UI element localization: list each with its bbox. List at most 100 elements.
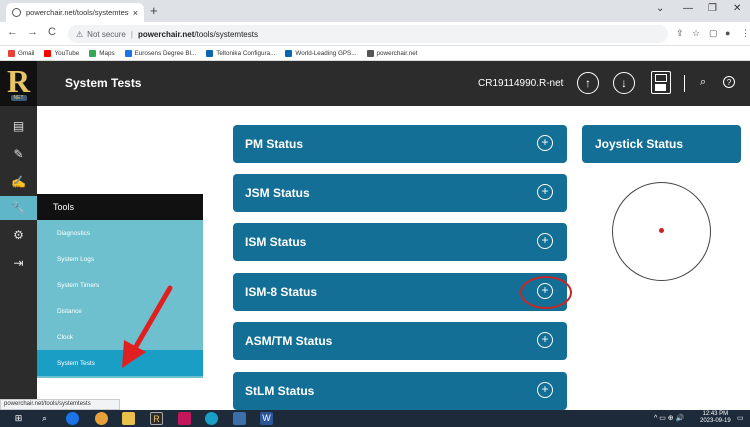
joystick-status-panel[interactable]: Joystick Status: [582, 125, 741, 163]
expand-plus-icon[interactable]: +: [537, 233, 553, 249]
signature-icon[interactable]: ✍: [0, 170, 37, 194]
clock-date: 2023-09-19: [700, 418, 731, 424]
status-panel[interactable]: ISM Status +: [233, 223, 567, 261]
more-menu-icon[interactable]: ⋮: [741, 28, 750, 39]
save-icon[interactable]: [651, 71, 671, 94]
bookmark-label: World-Leading GPS...: [295, 49, 357, 57]
url-domain: powerchair.net: [137, 29, 195, 39]
annotation-circle: [520, 276, 572, 309]
bookmark-item[interactable]: Gmail: [8, 49, 35, 57]
bookmark-icon: [285, 49, 293, 57]
forward-button[interactable]: →: [27, 26, 38, 38]
tools-menu-item[interactable]: Diagnostics: [37, 220, 203, 246]
windows-start-icon[interactable]: ⊞: [12, 412, 25, 425]
app-icon[interactable]: [233, 412, 246, 425]
expand-plus-icon[interactable]: +: [537, 135, 553, 151]
profile-icon[interactable]: ●: [725, 28, 730, 38]
bookmark-item[interactable]: Maps: [89, 49, 115, 57]
new-tab-button[interactable]: +: [150, 3, 158, 18]
header-divider: [684, 75, 685, 92]
address-bar-row: ← → C ⚠ Not secure | powerchair.net /too…: [0, 22, 750, 46]
bookmark-icon: [44, 49, 52, 57]
status-panel-label: StLM Status: [245, 384, 315, 398]
security-label: Not secure: [87, 29, 126, 39]
gear-icon[interactable]: ⚙: [0, 223, 37, 247]
upload-icon[interactable]: ↑: [577, 72, 599, 94]
back-button[interactable]: ←: [7, 26, 18, 38]
notification-icon[interactable]: ▭: [737, 414, 744, 422]
rnet-taskbar-icon[interactable]: R: [150, 412, 163, 425]
status-panel-label: ASM/TM Status: [245, 334, 333, 348]
logo-sub: NET: [10, 95, 27, 101]
url-field[interactable]: ⚠ Not secure | powerchair.net /tools/sys…: [68, 25, 668, 43]
minimize-button[interactable]: —: [683, 3, 693, 14]
joystick-status-label: Joystick Status: [595, 137, 684, 151]
status-panel-label: ISM-8 Status: [245, 285, 318, 299]
edge-icon[interactable]: [66, 412, 79, 425]
restore-button[interactable]: ❐: [708, 3, 717, 14]
expand-plus-icon[interactable]: +: [537, 382, 553, 398]
globe-icon: [12, 8, 21, 17]
bookmark-item[interactable]: Teltonika Configura...: [206, 49, 275, 57]
bookmark-icon: [206, 49, 214, 57]
status-panel[interactable]: ISM-8 Status +: [233, 273, 567, 311]
pencil-icon[interactable]: ✎: [0, 142, 37, 166]
annotation-arrow: [122, 285, 173, 368]
mail-icon[interactable]: [178, 412, 191, 425]
search-taskbar-icon[interactable]: ⌕: [38, 412, 51, 425]
browser-tab[interactable]: powerchair.net/tools/systemtests ×: [6, 3, 144, 22]
bookmark-item[interactable]: Eurosens Degree Bl...: [124, 49, 197, 57]
filename-label: CR19114990.R-net: [478, 78, 564, 89]
file-explorer-icon[interactable]: [122, 412, 135, 425]
browser-tab-strip: powerchair.net/tools/systemtests × + ⌄ —…: [0, 0, 750, 22]
wrench-icon[interactable]: 🔧: [0, 196, 37, 220]
status-panel[interactable]: PM Status +: [233, 125, 567, 163]
tab-close-icon[interactable]: ×: [133, 8, 138, 18]
status-panel[interactable]: ASM/TM Status +: [233, 322, 567, 360]
url-separator: |: [130, 29, 133, 39]
app-header: R NET System Tests CR19114990.R-net ↑ ↓ …: [0, 61, 750, 106]
search-icon[interactable]: ⌕: [700, 76, 706, 89]
bookmark-item[interactable]: powerchair.net: [366, 49, 418, 57]
bookmark-label: powerchair.net: [376, 49, 418, 57]
bookmark-icon: [366, 49, 374, 57]
expand-plus-icon[interactable]: +: [537, 332, 553, 348]
url-path: /tools/systemtests: [194, 29, 258, 39]
tab-search-icon[interactable]: ⌄: [656, 3, 664, 14]
windows-taskbar: ⊞ ⌕ R W ^ ▭ ⊕ 🔊 12:43 PM 2023-09-19 ▭: [0, 410, 750, 427]
download-icon[interactable]: ↓: [613, 72, 635, 94]
person-icon[interactable]: [205, 412, 218, 425]
sidebar-rail: ▤ ✎ ✍ 🔧 ⚙ ⇥: [0, 106, 37, 399]
rnet-logo[interactable]: R NET: [0, 61, 37, 106]
logout-icon[interactable]: ⇥: [0, 251, 37, 275]
help-icon[interactable]: ?: [723, 76, 735, 88]
document-icon[interactable]: ▤: [0, 114, 37, 138]
status-panel-label: ISM Status: [245, 235, 307, 249]
status-panel[interactable]: JSM Status +: [233, 174, 567, 212]
bookmark-icon: [8, 49, 15, 57]
status-panel-label: PM Status: [245, 137, 304, 151]
system-tray-icons[interactable]: ^ ▭ ⊕ 🔊: [654, 414, 684, 422]
bookmark-label: Gmail: [18, 49, 35, 57]
browser-status-url: powerchair.net/tools/systemtests: [0, 399, 120, 410]
status-panel-label: JSM Status: [245, 186, 310, 200]
bookmark-item[interactable]: YouTube: [44, 49, 79, 57]
close-window-button[interactable]: ✕: [733, 3, 741, 14]
bookmark-label: Eurosens Degree Bl...: [134, 49, 197, 57]
bookmark-item[interactable]: World-Leading GPS...: [285, 49, 357, 57]
reload-button[interactable]: C: [48, 26, 56, 38]
joystick-position-dot: [659, 228, 664, 233]
status-panel[interactable]: StLM Status +: [233, 372, 567, 410]
page-title: System Tests: [65, 76, 142, 90]
warning-icon: ⚠: [76, 29, 84, 39]
chrome-icon[interactable]: [95, 412, 108, 425]
share-icon[interactable]: ⇪: [676, 28, 684, 39]
word-icon[interactable]: W: [260, 412, 273, 425]
tools-menu-item[interactable]: System Logs: [37, 246, 203, 272]
sidepanel-icon[interactable]: ▢: [709, 28, 718, 39]
star-icon[interactable]: ☆: [692, 28, 700, 39]
bookmark-label: Maps: [99, 49, 115, 57]
taskbar-clock[interactable]: 12:43 PM 2023-09-19: [700, 411, 731, 425]
expand-plus-icon[interactable]: +: [537, 184, 553, 200]
tools-menu-header: Tools: [37, 194, 203, 220]
